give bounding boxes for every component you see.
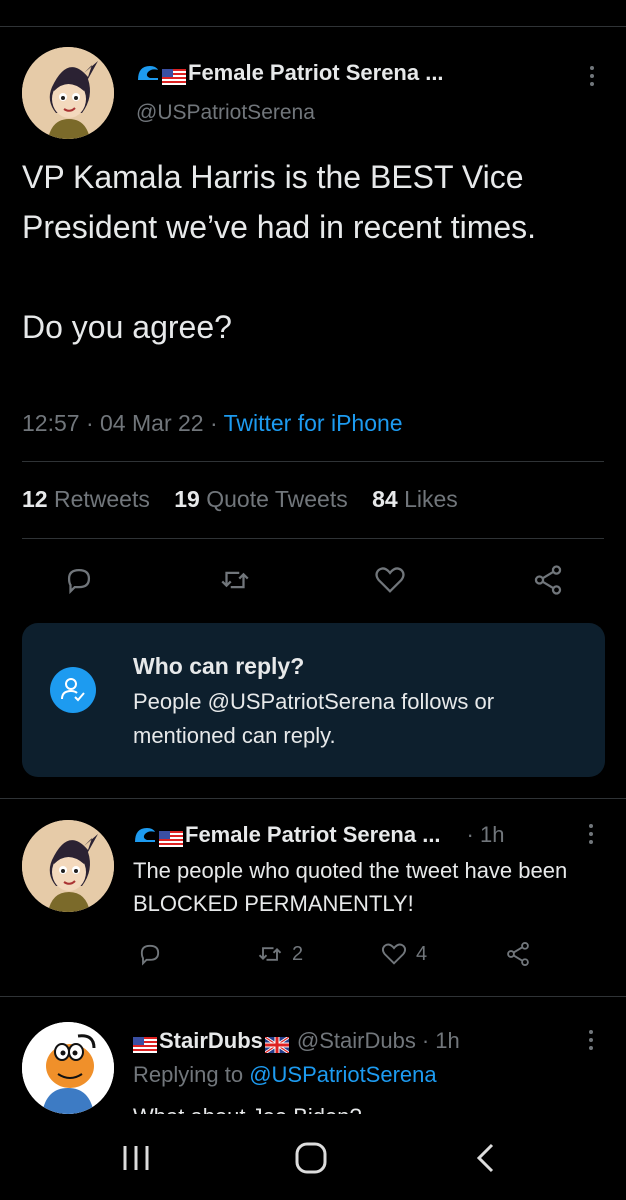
reply-retweet-button[interactable]: 2 — [256, 940, 303, 968]
author-handle: @USPatriotSerena — [136, 101, 315, 124]
reply-author-name-row[interactable]: StairDubs @StairDubs · 1h — [133, 1028, 460, 1055]
reply-display-name: StairDubs — [159, 1028, 263, 1053]
retweets-stat[interactable]: 12 Retweets — [22, 486, 150, 512]
reply-reply-button[interactable] — [136, 940, 172, 968]
reply-icon — [140, 944, 160, 966]
us-flag-icon — [159, 827, 183, 847]
reply-author-avatar[interactable] — [22, 1022, 114, 1114]
replying-to-link[interactable]: @USPatriotSerena — [249, 1062, 436, 1087]
share-icon[interactable] — [531, 563, 565, 597]
reply-like-button[interactable]: 4 — [380, 940, 427, 968]
tweet-source-link[interactable]: Twitter for iPhone — [224, 410, 403, 436]
section-divider — [0, 798, 626, 799]
section-divider — [0, 996, 626, 997]
tweet-date: 04 Mar 22 — [100, 410, 204, 436]
reply-text: The people who quoted the tweet have bee… — [133, 858, 568, 916]
reply-share-button[interactable] — [504, 940, 540, 968]
more-options-icon[interactable] — [587, 64, 597, 90]
reply-text: What about Joe Biden? — [133, 1100, 362, 1114]
reply-time: · 1h — [421, 1028, 460, 1053]
author-name-row[interactable]: Female Patriot Serena ... — [136, 60, 444, 86]
tweet-time: 12:57 — [22, 410, 80, 436]
author-avatar[interactable] — [22, 47, 114, 139]
reply-icon[interactable] — [62, 563, 96, 597]
us-flag-icon — [133, 1033, 157, 1053]
tweet-meta: 12:57 · 04 Mar 22 · Twitter for iPhone — [22, 410, 403, 436]
us-flag-icon — [162, 65, 186, 85]
reply-author-avatar[interactable] — [22, 820, 114, 912]
person-check-icon — [50, 667, 96, 713]
reply-handle: @StairDubs — [296, 1028, 416, 1053]
reply-display-name: Female Patriot Serena ... — [185, 822, 441, 847]
retweet-icon[interactable] — [218, 563, 252, 597]
wave-icon — [136, 62, 160, 84]
tweet-stats: 12 Retweets 19 Quote Tweets 84 Likes — [22, 486, 476, 513]
recents-icon[interactable] — [116, 1140, 156, 1176]
likes-stat[interactable]: 84 Likes — [372, 486, 458, 512]
reply-like-count: 4 — [416, 942, 428, 965]
tweet-text: VP Kamala Harris is the BEST Vice Presid… — [22, 159, 537, 345]
quote-tweets-stat[interactable]: 19 Quote Tweets — [174, 486, 347, 512]
top-divider — [0, 26, 626, 27]
uk-flag-icon — [264, 1033, 290, 1055]
divider — [22, 461, 604, 462]
who-can-reply-description: People @USPatriotSerena follows or menti… — [133, 689, 495, 748]
replying-prefix: Replying to — [133, 1062, 244, 1087]
wave-icon — [133, 824, 157, 846]
who-can-reply-box: Who can reply? People @USPatriotSerena f… — [22, 623, 605, 777]
divider — [22, 538, 604, 539]
author-display-name: Female Patriot Serena ... — [188, 60, 444, 85]
more-options-icon[interactable] — [586, 822, 596, 848]
system-nav-bar — [0, 1114, 626, 1200]
who-can-reply-title: Who can reply? — [133, 653, 305, 679]
more-options-icon[interactable] — [586, 1028, 596, 1054]
back-icon[interactable] — [466, 1140, 506, 1176]
retweet-icon — [258, 947, 282, 961]
like-icon — [381, 943, 407, 965]
home-icon[interactable] — [291, 1140, 331, 1176]
like-icon[interactable] — [373, 563, 407, 597]
reply-retweet-count: 2 — [292, 942, 304, 965]
reply-time: · 1h — [466, 822, 505, 847]
reply-author-name-row[interactable]: Female Patriot Serena ... · 1h — [133, 822, 504, 848]
share-icon — [507, 941, 529, 967]
replying-to: Replying to @USPatriotSerena — [133, 1062, 437, 1088]
